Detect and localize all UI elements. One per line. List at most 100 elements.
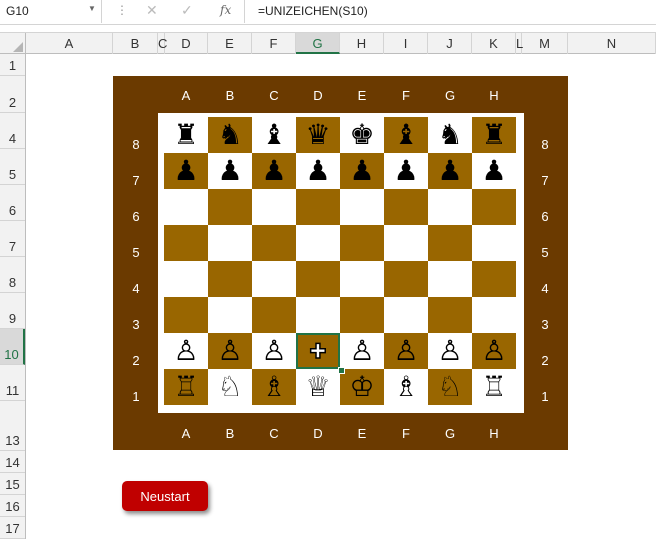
row-header-8[interactable]: 8 — [0, 257, 25, 293]
square-g7[interactable]: ♟ — [428, 153, 472, 189]
square-h4[interactable] — [472, 261, 516, 297]
column-header-n[interactable]: N — [568, 33, 656, 54]
square-f4[interactable] — [384, 261, 428, 297]
square-f5[interactable] — [384, 225, 428, 261]
column-header-b[interactable]: B — [113, 33, 158, 54]
column-header-c[interactable]: C — [158, 33, 167, 54]
square-c2[interactable]: ♙ — [252, 333, 296, 369]
formula-input[interactable]: =UNIZEICHEN(S10) — [258, 4, 368, 18]
select-all-button[interactable] — [0, 33, 26, 54]
square-h2[interactable]: ♙ — [472, 333, 516, 369]
column-header-h[interactable]: H — [340, 33, 384, 54]
square-a4[interactable] — [164, 261, 208, 297]
row-header-2[interactable]: 2 — [0, 76, 25, 113]
column-header-a[interactable]: A — [26, 33, 113, 54]
square-d7[interactable]: ♟ — [296, 153, 340, 189]
square-a6[interactable] — [164, 189, 208, 225]
square-a5[interactable] — [164, 225, 208, 261]
column-header-g[interactable]: G — [296, 33, 340, 54]
cancel-icon[interactable]: ✕ — [146, 2, 158, 19]
square-c7[interactable]: ♟ — [252, 153, 296, 189]
square-e5[interactable] — [340, 225, 384, 261]
square-a8[interactable]: ♜ — [164, 117, 208, 153]
square-h1[interactable]: ♖ — [472, 369, 516, 405]
square-b6[interactable] — [208, 189, 252, 225]
square-d1[interactable]: ♕ — [296, 369, 340, 405]
square-e2[interactable]: ♙ — [340, 333, 384, 369]
column-header-m[interactable]: M — [522, 33, 568, 54]
square-e6[interactable] — [340, 189, 384, 225]
square-h3[interactable] — [472, 297, 516, 333]
square-h6[interactable] — [472, 189, 516, 225]
square-d8[interactable]: ♛ — [296, 117, 340, 153]
column-header-e[interactable]: E — [208, 33, 252, 54]
row-header-4[interactable]: 4 — [0, 113, 25, 149]
square-b5[interactable] — [208, 225, 252, 261]
square-c4[interactable] — [252, 261, 296, 297]
insert-function-icon[interactable]: fx — [220, 3, 231, 17]
column-header-k[interactable]: K — [472, 33, 516, 54]
drag-handle-icon[interactable]: ⋮ — [116, 3, 128, 17]
square-f8[interactable]: ♝ — [384, 117, 428, 153]
square-b1[interactable]: ♘ — [208, 369, 252, 405]
square-h7[interactable]: ♟ — [472, 153, 516, 189]
square-a2[interactable]: ♙ — [164, 333, 208, 369]
square-g4[interactable] — [428, 261, 472, 297]
chevron-down-icon[interactable]: ▼ — [88, 4, 96, 13]
row-header-17[interactable]: 17 — [0, 517, 25, 539]
row-header-10[interactable]: 10 — [0, 329, 25, 365]
row-header-7[interactable]: 7 — [0, 221, 25, 257]
square-a1[interactable]: ♖ — [164, 369, 208, 405]
column-header-d[interactable]: D — [165, 33, 208, 54]
square-e1[interactable]: ♔ — [340, 369, 384, 405]
square-d4[interactable] — [296, 261, 340, 297]
square-c8[interactable]: ♝ — [252, 117, 296, 153]
column-header-i[interactable]: I — [384, 33, 428, 54]
square-e7[interactable]: ♟ — [340, 153, 384, 189]
column-header-f[interactable]: F — [252, 33, 296, 54]
square-f3[interactable] — [384, 297, 428, 333]
square-g3[interactable] — [428, 297, 472, 333]
name-box[interactable]: G10 ▼ — [0, 0, 102, 23]
square-d3[interactable] — [296, 297, 340, 333]
square-d5[interactable] — [296, 225, 340, 261]
square-c5[interactable] — [252, 225, 296, 261]
square-g2[interactable]: ♙ — [428, 333, 472, 369]
square-b7[interactable]: ♟ — [208, 153, 252, 189]
row-header-14[interactable]: 14 — [0, 451, 25, 473]
restart-button[interactable]: Neustart — [122, 481, 208, 511]
square-d2[interactable]: ✚ — [296, 333, 340, 369]
square-b2[interactable]: ♙ — [208, 333, 252, 369]
square-g8[interactable]: ♞ — [428, 117, 472, 153]
row-header-16[interactable]: 16 — [0, 495, 25, 517]
square-a3[interactable] — [164, 297, 208, 333]
square-h5[interactable] — [472, 225, 516, 261]
row-header-1[interactable]: 1 — [0, 54, 25, 76]
square-f6[interactable] — [384, 189, 428, 225]
row-header-15[interactable]: 15 — [0, 473, 25, 495]
fill-handle[interactable] — [338, 367, 345, 374]
square-c3[interactable] — [252, 297, 296, 333]
check-icon[interactable]: ✓ — [181, 2, 193, 19]
square-a7[interactable]: ♟ — [164, 153, 208, 189]
row-header-9[interactable]: 9 — [0, 293, 25, 329]
square-b4[interactable] — [208, 261, 252, 297]
square-b8[interactable]: ♞ — [208, 117, 252, 153]
square-h8[interactable]: ♜ — [472, 117, 516, 153]
square-g6[interactable] — [428, 189, 472, 225]
square-f2[interactable]: ♙ — [384, 333, 428, 369]
square-c6[interactable] — [252, 189, 296, 225]
row-header-5[interactable]: 5 — [0, 149, 25, 185]
square-f7[interactable]: ♟ — [384, 153, 428, 189]
square-e4[interactable] — [340, 261, 384, 297]
square-b3[interactable] — [208, 297, 252, 333]
square-e8[interactable]: ♚ — [340, 117, 384, 153]
row-header-11[interactable]: 11 — [0, 365, 25, 401]
column-header-j[interactable]: J — [428, 33, 472, 54]
square-d6[interactable] — [296, 189, 340, 225]
row-header-13[interactable]: 13 — [0, 401, 25, 451]
square-f1[interactable]: ♗ — [384, 369, 428, 405]
square-e3[interactable] — [340, 297, 384, 333]
square-c1[interactable]: ♗ — [252, 369, 296, 405]
square-g5[interactable] — [428, 225, 472, 261]
